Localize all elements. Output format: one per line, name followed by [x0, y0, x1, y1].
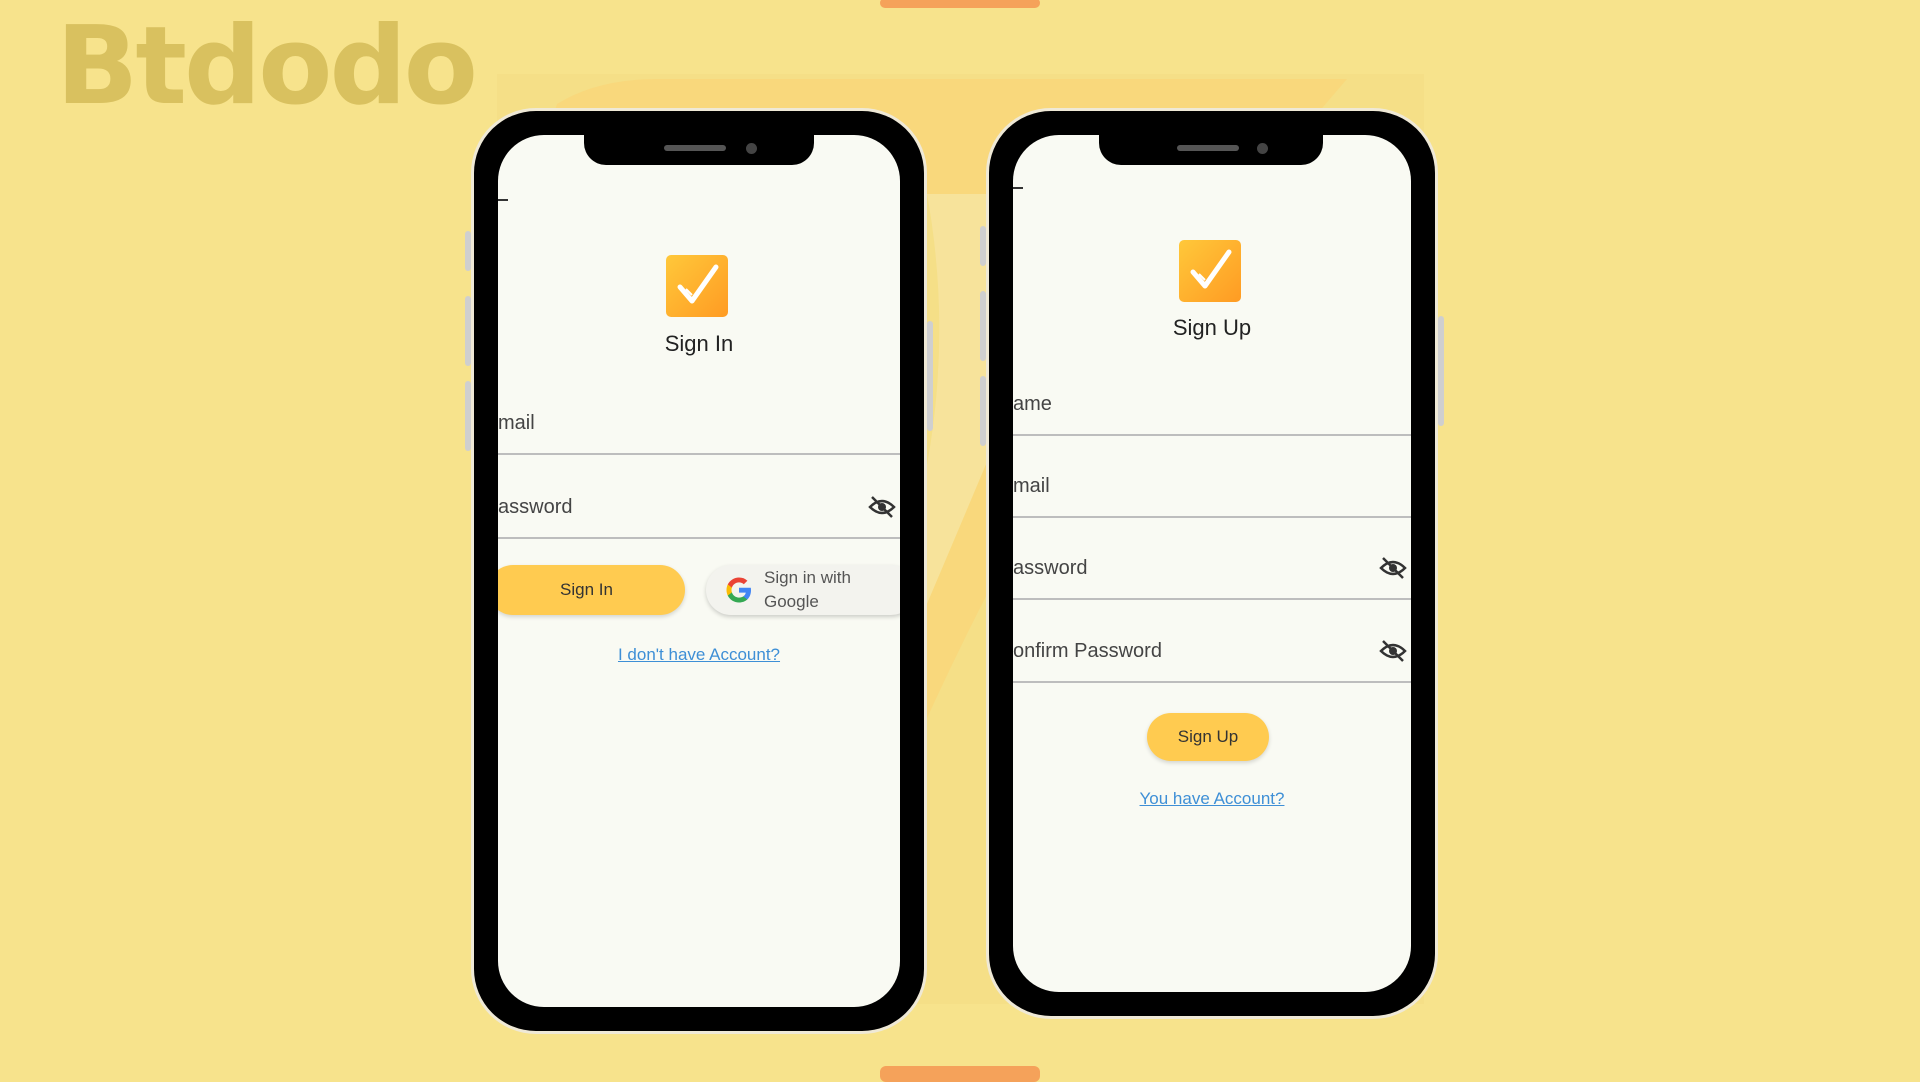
checkmark-logo-icon: [1179, 240, 1241, 302]
google-button-text: Sign in with Google: [764, 566, 851, 614]
eye-off-icon[interactable]: [1379, 639, 1407, 663]
back-icon[interactable]: [498, 199, 508, 201]
side-button: [980, 291, 986, 361]
name-label: ame: [1013, 393, 1052, 415]
eye-off-icon[interactable]: [868, 495, 896, 519]
power-button: [927, 321, 933, 431]
signin-button[interactable]: Sign In: [498, 565, 685, 615]
phone-signup: Sign Up ame mail assword onfirm Password…: [980, 111, 1444, 1016]
side-button: [465, 381, 471, 451]
signin-screen: Sign In mail assword Sign In Sign in wit…: [498, 135, 900, 1007]
password-label: assword: [1013, 557, 1088, 579]
phone-signin: Sign In mail assword Sign In Sign in wit…: [465, 111, 933, 1031]
camera: [746, 143, 757, 154]
google-signin-button[interactable]: Sign in with Google: [706, 565, 900, 615]
name-field[interactable]: ame: [1013, 352, 1411, 436]
side-button: [980, 376, 986, 446]
signup-screen: Sign Up ame mail assword onfirm Password…: [1013, 135, 1411, 992]
side-button: [465, 231, 471, 271]
confirm-password-label: onfirm Password: [1013, 640, 1162, 662]
email-label: mail: [498, 412, 535, 434]
email-label: mail: [1013, 475, 1050, 497]
email-field[interactable]: mail: [498, 371, 900, 455]
brand-watermark: Btdodo: [56, 4, 478, 129]
page-title: Sign In: [664, 331, 734, 356]
confirm-password-field[interactable]: onfirm Password: [1013, 599, 1411, 683]
google-g-icon: [726, 577, 751, 603]
password-field[interactable]: assword: [498, 455, 900, 539]
google-text-line1: Sign in with: [764, 568, 851, 587]
password-label: assword: [498, 496, 573, 518]
google-text-line2: Google: [764, 592, 819, 611]
side-button: [980, 226, 986, 266]
checkmark-logo-icon: [666, 255, 728, 317]
notch: [1099, 135, 1323, 165]
password-field[interactable]: assword: [1013, 516, 1411, 600]
top-accent-tab: [880, 0, 1040, 8]
camera: [1257, 143, 1268, 154]
eye-off-icon[interactable]: [1379, 556, 1407, 580]
email-field[interactable]: mail: [1013, 434, 1411, 518]
have-account-link[interactable]: You have Account?: [1013, 789, 1411, 809]
power-button: [1438, 316, 1444, 426]
page-title: Sign Up: [1172, 315, 1252, 340]
side-button: [465, 296, 471, 366]
no-account-link[interactable]: I don't have Account?: [498, 645, 900, 665]
signup-button[interactable]: Sign Up: [1147, 713, 1269, 761]
back-icon[interactable]: [1013, 187, 1023, 189]
speaker: [1177, 145, 1239, 151]
speaker: [664, 145, 726, 151]
notch: [584, 135, 814, 165]
